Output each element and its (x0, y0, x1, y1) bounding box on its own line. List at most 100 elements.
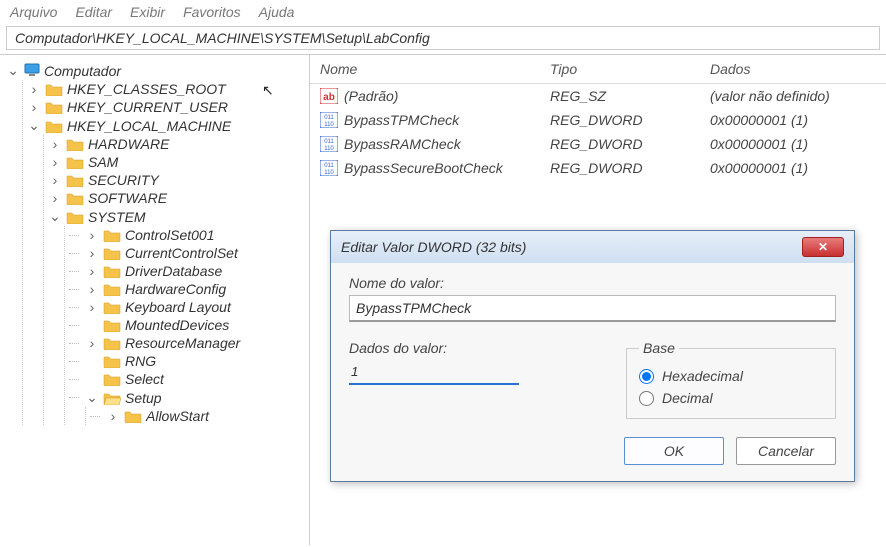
caret-down-icon[interactable]: ⌄ (27, 117, 41, 134)
value-row[interactable]: BypassTPMCheck REG_DWORD0x00000001 (1) (310, 108, 886, 132)
folder-icon (66, 191, 84, 205)
caret-right-icon[interactable]: › (85, 245, 99, 261)
value-row[interactable]: (Padrão) REG_SZ(valor não definido) (310, 84, 886, 108)
tree-keyboardlayout[interactable]: ›Keyboard Layout (69, 298, 309, 316)
edit-dword-dialog: Editar Valor DWORD (32 bits) ✕ Nome do v… (330, 230, 855, 482)
col-type[interactable]: Tipo (550, 61, 710, 77)
ok-button[interactable]: OK (624, 437, 724, 465)
folder-icon (103, 264, 121, 278)
tree-hkcu[interactable]: ›HKEY_CURRENT_USER (27, 98, 309, 116)
tree-currentcontrolset[interactable]: ›CurrentControlSet (69, 244, 309, 262)
menu-favoritos[interactable]: Favoritos (183, 4, 241, 20)
dialog-title: Editar Valor DWORD (32 bits) (341, 239, 526, 255)
col-data[interactable]: Dados (710, 61, 880, 77)
caret-down-icon[interactable]: ⌄ (6, 62, 20, 79)
cancel-button[interactable]: Cancelar (736, 437, 836, 465)
value-data: (valor não definido) (710, 88, 880, 104)
caret-right-icon[interactable]: › (85, 263, 99, 279)
computer-icon (24, 62, 40, 79)
value-type: REG_SZ (550, 88, 710, 104)
folder-icon (103, 300, 121, 314)
col-name[interactable]: Nome (320, 61, 550, 77)
tree-mounteddevices[interactable]: ·MountedDevices (69, 316, 309, 334)
tree-setup[interactable]: ⌄Setup (69, 388, 309, 407)
value-name-field: BypassTPMCheck (349, 295, 836, 322)
tree-rng[interactable]: ·RNG (69, 352, 309, 370)
menu-editar[interactable]: Editar (75, 4, 112, 20)
dialog-titlebar[interactable]: Editar Valor DWORD (32 bits) ✕ (331, 231, 854, 263)
folder-icon (45, 82, 63, 96)
value-type: REG_DWORD (550, 112, 710, 128)
radio-dec-input[interactable] (639, 391, 654, 406)
value-data: 0x00000001 (1) (710, 160, 880, 176)
folder-icon (103, 246, 121, 260)
menu-bar: Arquivo Editar Exibir Favoritos Ajuda (0, 0, 886, 24)
tree-system[interactable]: ⌄SYSTEM (48, 207, 309, 226)
folder-icon (103, 228, 121, 242)
value-type: REG_DWORD (550, 160, 710, 176)
tree-hardwareconfig[interactable]: ›HardwareConfig (69, 280, 309, 298)
radio-hexadecimal[interactable]: Hexadecimal (639, 368, 823, 384)
folder-icon (103, 282, 121, 296)
folder-open-icon (103, 391, 121, 405)
value-name: BypassSecureBootCheck (344, 160, 503, 176)
tree-controlset001[interactable]: ›ControlSet001 (69, 226, 309, 244)
tree-allowstart[interactable]: ›AllowStart (90, 407, 309, 425)
caret-right-icon[interactable]: › (85, 335, 99, 351)
radio-hex-input[interactable] (639, 369, 654, 384)
tree-security[interactable]: ›SECURITY (48, 171, 309, 189)
binary-value-icon (320, 112, 338, 128)
caret-down-icon[interactable]: ⌄ (85, 389, 99, 406)
string-value-icon (320, 88, 338, 104)
value-data-field[interactable] (349, 360, 519, 385)
folder-icon (66, 210, 84, 224)
tree-hardware[interactable]: ›HARDWARE (48, 135, 309, 153)
radio-decimal[interactable]: Decimal (639, 390, 823, 406)
folder-icon (66, 137, 84, 151)
caret-right-icon[interactable]: › (48, 190, 62, 206)
base-fieldset: Base Hexadecimal Decimal (626, 340, 836, 419)
folder-icon (103, 354, 121, 368)
caret-right-icon[interactable]: › (85, 227, 99, 243)
registry-tree[interactable]: ⌄ Computador ›HKEY_CLASSES_ROOT ›HKEY_CU… (0, 55, 310, 545)
tree-resourcemanager[interactable]: ›ResourceManager (69, 334, 309, 352)
folder-icon (103, 318, 121, 332)
value-row[interactable]: BypassSecureBootCheck REG_DWORD0x00000001… (310, 156, 886, 180)
value-name: BypassTPMCheck (344, 112, 459, 128)
caret-right-icon[interactable]: › (27, 99, 41, 115)
column-headers[interactable]: Nome Tipo Dados (310, 55, 886, 84)
value-type: REG_DWORD (550, 136, 710, 152)
tree-software[interactable]: ›SOFTWARE (48, 189, 309, 207)
tree-root[interactable]: ⌄ Computador (6, 61, 309, 80)
tree-hklm[interactable]: ⌄HKEY_LOCAL_MACHINE (27, 116, 309, 135)
caret-right-icon[interactable]: › (48, 136, 62, 152)
folder-icon (45, 100, 63, 114)
folder-icon (45, 119, 63, 133)
caret-right-icon[interactable]: › (85, 299, 99, 315)
menu-ajuda[interactable]: Ajuda (259, 4, 295, 20)
binary-value-icon (320, 136, 338, 152)
caret-right-icon[interactable]: › (106, 408, 120, 424)
caret-right-icon[interactable]: › (85, 281, 99, 297)
base-legend: Base (639, 340, 679, 356)
tree-driverdatabase[interactable]: ›DriverDatabase (69, 262, 309, 280)
caret-down-icon[interactable]: ⌄ (48, 208, 62, 225)
value-name: (Padrão) (344, 88, 398, 104)
folder-icon (103, 336, 121, 350)
menu-exibir[interactable]: Exibir (130, 4, 165, 20)
tree-sam[interactable]: ›SAM (48, 153, 309, 171)
value-data: 0x00000001 (1) (710, 112, 880, 128)
caret-right-icon[interactable]: › (27, 81, 41, 97)
value-name-label: Nome do valor: (349, 275, 836, 291)
address-bar[interactable]: Computador\HKEY_LOCAL_MACHINE\SYSTEM\Set… (6, 26, 880, 50)
folder-icon (103, 372, 121, 386)
tree-hkcr[interactable]: ›HKEY_CLASSES_ROOT (27, 80, 309, 98)
close-button[interactable]: ✕ (802, 237, 844, 257)
caret-right-icon[interactable]: › (48, 154, 62, 170)
value-data-label: Dados do valor: (349, 340, 596, 356)
menu-arquivo[interactable]: Arquivo (10, 4, 57, 20)
folder-icon (124, 409, 142, 423)
tree-select[interactable]: ·Select (69, 370, 309, 388)
value-row[interactable]: BypassRAMCheckREG_DWORD0x00000001 (1) (310, 132, 886, 156)
caret-right-icon[interactable]: › (48, 172, 62, 188)
